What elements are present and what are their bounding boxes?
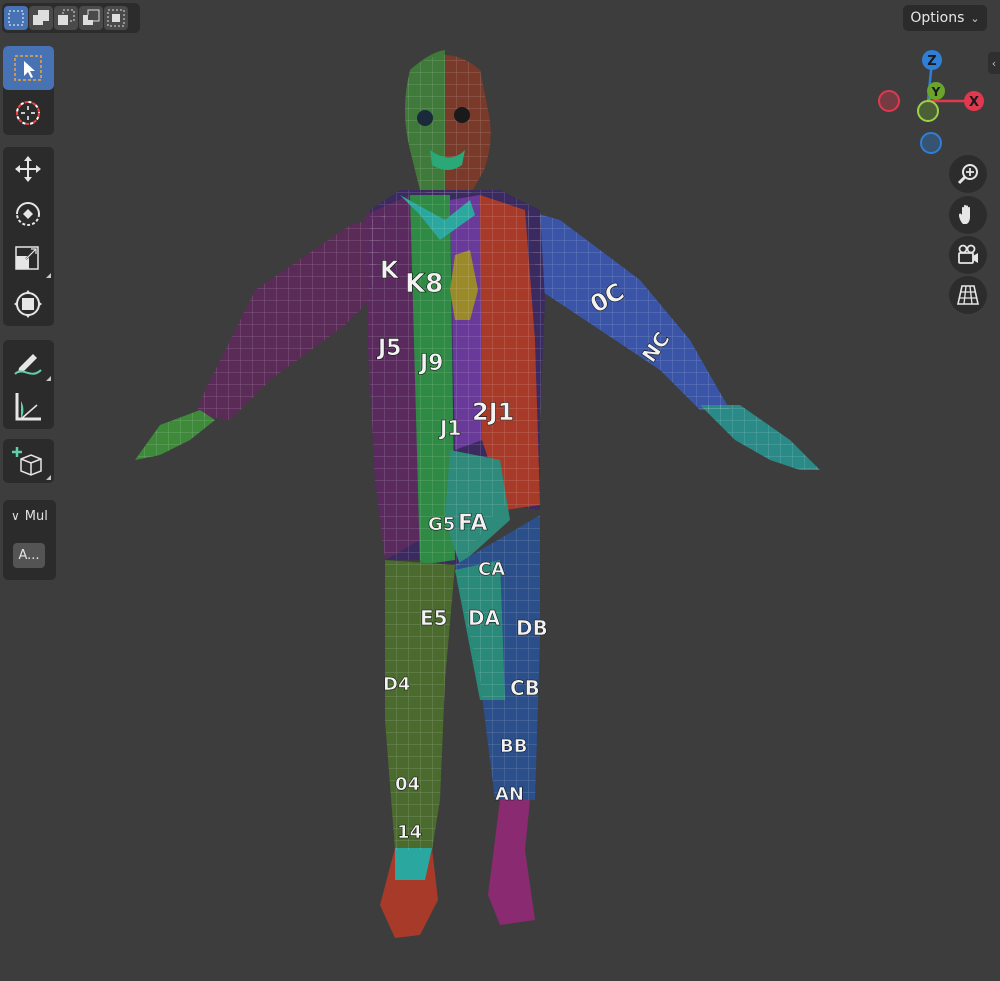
- measure-ruler-icon: [15, 393, 41, 421]
- tool-options-indicator: [46, 376, 51, 381]
- select-invert-icon: [83, 9, 100, 25]
- y-axis-label: Y: [931, 85, 941, 99]
- ortho-toggle-button[interactable]: [949, 276, 987, 314]
- uv-label: DB: [516, 616, 548, 640]
- select-intersect-button[interactable]: [104, 6, 128, 30]
- 3d-cursor-icon: [16, 101, 40, 125]
- scale-tool[interactable]: [3, 237, 54, 281]
- select-intersect-icon: [107, 9, 125, 27]
- chevron-left-icon: ‹: [991, 56, 997, 70]
- operator-panel-header[interactable]: ∨ Mul: [3, 500, 56, 532]
- measure-tool[interactable]: [3, 385, 54, 429]
- select-box-tool[interactable]: [3, 46, 54, 90]
- tool-group-annotate: [3, 340, 54, 429]
- negative-y-axis-handle[interactable]: [917, 100, 939, 122]
- select-new-button[interactable]: [4, 6, 28, 30]
- negative-z-axis-handle[interactable]: [920, 132, 942, 154]
- uv-label: G5: [428, 514, 455, 535]
- select-extend-icon: [33, 10, 49, 25]
- tool-group-add: [3, 439, 54, 483]
- uv-label: K8: [405, 269, 443, 299]
- add-cube-tool[interactable]: [3, 439, 54, 483]
- chevron-down-icon: ∨: [11, 509, 20, 523]
- camera-view-button[interactable]: [949, 236, 987, 274]
- zoom-button[interactable]: [949, 155, 987, 193]
- uv-label: CB: [510, 676, 540, 700]
- zoom-icon: [957, 164, 978, 185]
- select-subtract-button[interactable]: [54, 6, 78, 30]
- transform-tool[interactable]: [3, 282, 54, 326]
- 3d-viewport[interactable]: Options ⌄ ‹ ∨ Mul A... Z X Y K K8 J5 J9 …: [0, 0, 1000, 981]
- select-new-icon: [8, 10, 24, 26]
- select-subtract-icon: [58, 9, 75, 25]
- operator-panel-button[interactable]: A...: [13, 543, 45, 568]
- uv-label: 04: [395, 774, 420, 795]
- uv-label: BB: [500, 736, 527, 757]
- z-axis-label: Z: [927, 54, 936, 69]
- uv-label: 2J1: [472, 398, 514, 426]
- x-axis-label: X: [969, 95, 979, 110]
- camera-icon: [958, 244, 978, 264]
- add-cube-icon: [12, 447, 42, 476]
- options-dropdown[interactable]: Options ⌄: [903, 5, 987, 31]
- navigation-gizmo[interactable]: Z X Y: [870, 44, 990, 164]
- uv-label: CA: [478, 559, 505, 580]
- uv-label: K: [380, 256, 400, 284]
- uv-grid-overlay: [135, 55, 820, 850]
- uv-label: FA: [458, 511, 488, 536]
- tool-group-select: [3, 46, 54, 135]
- uv-label: J5: [376, 336, 402, 361]
- grid-perspective-icon: [957, 285, 979, 305]
- uv-label: J9: [418, 351, 444, 376]
- uv-label: E5: [420, 606, 448, 630]
- select-mode-toolbar: [2, 3, 140, 33]
- move-arrows-icon: [15, 156, 41, 182]
- rotate-tool[interactable]: [3, 192, 54, 236]
- operator-panel-body: A...: [3, 532, 56, 580]
- move-tool[interactable]: [3, 147, 54, 191]
- hand-icon: [959, 204, 970, 224]
- operator-panel-title: Mul: [24, 508, 48, 524]
- character-model[interactable]: K K8 J5 J9 J1 2J1 0C FA G5 CA E5 DA DB C…: [120, 50, 840, 950]
- rotate-icon: [16, 202, 40, 226]
- tool-options-indicator: [46, 273, 51, 278]
- cursor-tool[interactable]: [3, 91, 54, 135]
- scale-icon: [15, 246, 39, 270]
- pan-button[interactable]: [949, 196, 987, 234]
- select-extend-button[interactable]: [29, 6, 53, 30]
- tool-options-indicator: [46, 475, 51, 480]
- select-invert-button[interactable]: [79, 6, 103, 30]
- uv-label: 14: [397, 822, 422, 843]
- negative-x-axis-handle[interactable]: [878, 90, 900, 112]
- transform-icon: [14, 290, 42, 318]
- chevron-down-icon: ⌄: [970, 11, 980, 25]
- tool-group-transform: [3, 147, 54, 326]
- annotate-pen-icon: [14, 354, 42, 375]
- uv-label: AN: [495, 784, 524, 805]
- options-label: Options: [910, 10, 965, 26]
- uv-label: DA: [468, 606, 501, 630]
- annotate-tool[interactable]: [3, 340, 54, 384]
- uv-label: J1: [438, 416, 461, 440]
- cursor-box-icon: [14, 55, 42, 81]
- uv-label: D4: [383, 674, 410, 695]
